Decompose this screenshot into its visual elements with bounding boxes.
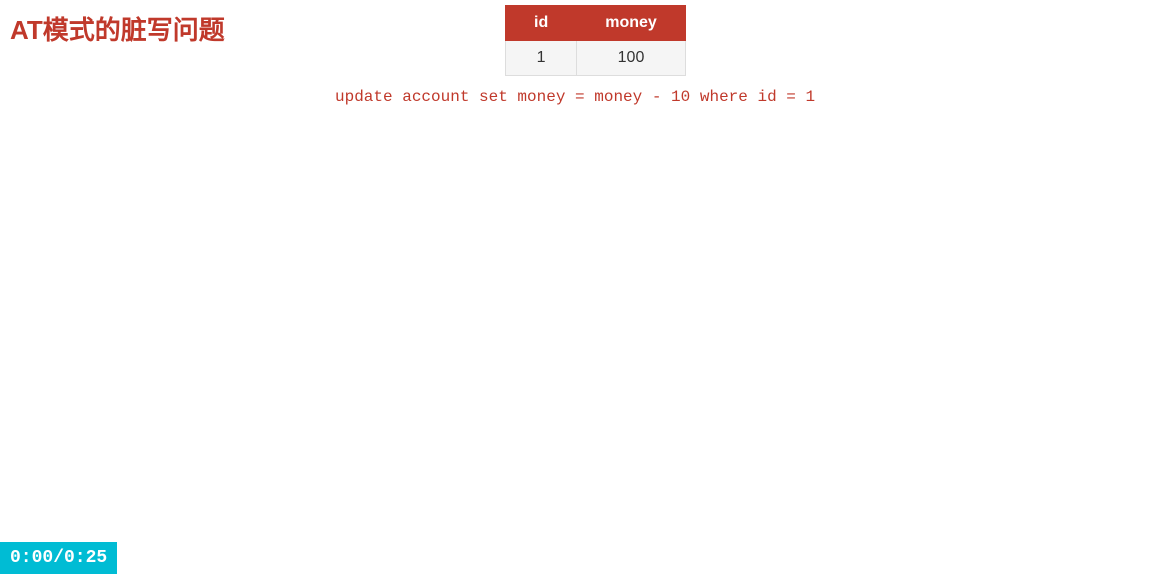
timer-display: 0:00/0:25 (0, 542, 117, 574)
cell-id: 1 (506, 41, 577, 76)
page-title: AT模式的脏写问题 (10, 10, 225, 47)
cell-money: 100 (577, 41, 686, 76)
data-table-container: id money 1 100 (505, 5, 686, 76)
account-table: id money 1 100 (505, 5, 686, 76)
sql-statement: update account set money = money - 10 wh… (335, 88, 815, 106)
table-row: 1 100 (506, 41, 686, 76)
col-header-id: id (506, 6, 577, 41)
col-header-money: money (577, 6, 686, 41)
